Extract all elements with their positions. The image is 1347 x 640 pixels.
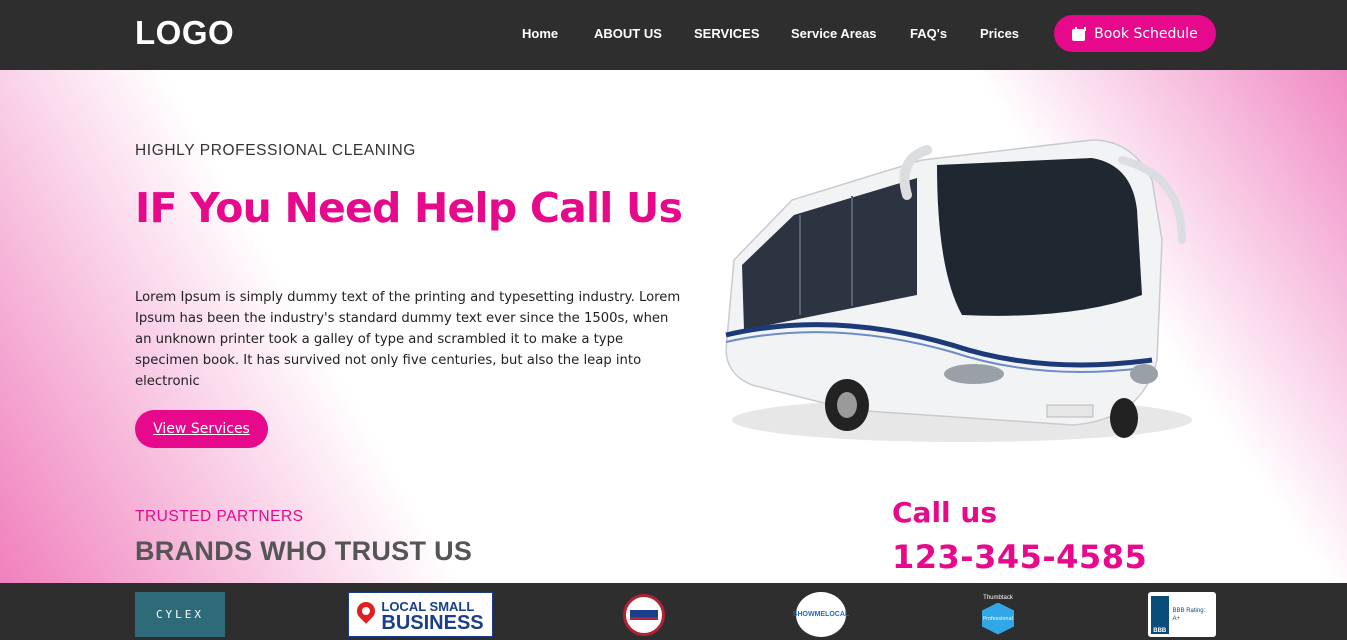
partner-logos-strip: CYLEX LOCAL SMALL BUSINESS SHOWMELOCAL T…	[0, 583, 1347, 640]
brands-title: BRANDS WHO TRUST US	[135, 536, 473, 566]
nav-services[interactable]: SERVICES	[694, 26, 760, 41]
local-small-business-logo[interactable]: LOCAL SMALL BUSINESS	[348, 592, 493, 637]
nav-home[interactable]: Home	[522, 26, 558, 41]
bbb-logo: BBB	[1151, 595, 1169, 634]
bbb-rating-text: BBB Rating: A+	[1172, 607, 1206, 622]
trusted-partners-kicker: TRUSTED PARTNERS	[135, 508, 304, 525]
thumbtack-badge[interactable]: Thumbtack Professional	[978, 592, 1018, 637]
site-header: LOGO Home ABOUT US SERVICES Service Area…	[0, 0, 1347, 70]
book-schedule-label: Book Schedule	[1094, 25, 1198, 42]
map-pin-icon	[357, 602, 375, 628]
showmelocal-badge: SHOWMELOCAL	[792, 592, 850, 637]
thumbtack-hex-icon: Professional	[982, 602, 1014, 635]
nav-faqs[interactable]: FAQ's	[910, 26, 947, 41]
lsb-line2: BUSINESS	[381, 611, 484, 634]
view-services-button[interactable]: View Services	[135, 410, 268, 448]
showmelocal-logo[interactable]: SHOWMELOCAL	[792, 592, 850, 637]
lsb-text: LOCAL SMALL BUSINESS	[381, 598, 484, 634]
nav-about-us[interactable]: ABOUT US	[594, 26, 662, 41]
logo[interactable]: LOGO	[135, 14, 234, 52]
nav-service-areas[interactable]: Service Areas	[791, 26, 877, 41]
hero-body-text: Lorem Ipsum is simply dummy text of the …	[135, 290, 681, 389]
call-us-label: Call us	[892, 496, 997, 529]
bbb-rating-badge[interactable]: BBB BBB Rating: A+	[1148, 592, 1216, 637]
calendar-icon	[1072, 26, 1087, 41]
verified-member-seal[interactable]	[621, 592, 666, 637]
book-schedule-button[interactable]: Book Schedule	[1054, 15, 1216, 52]
cylex-logo-text: CYLEX	[155, 608, 205, 621]
sml-line1: SHOWMELOCAL	[792, 610, 850, 618]
cylex-logo[interactable]: CYLEX	[135, 592, 225, 637]
phone-number[interactable]: 123-345-4585	[892, 538, 1147, 576]
thumbtack-badge-text: Professional	[982, 615, 1014, 622]
bus-image	[725, 139, 1192, 442]
nav-prices[interactable]: Prices	[980, 26, 1019, 41]
hero-headline: IF You Need Help Call Us	[135, 184, 683, 232]
seal-icon	[622, 593, 665, 636]
thumbtack-label: Thumbtack	[983, 594, 1013, 601]
hero-tagline: HIGHLY PROFESSIONAL CLEANING	[135, 142, 416, 159]
